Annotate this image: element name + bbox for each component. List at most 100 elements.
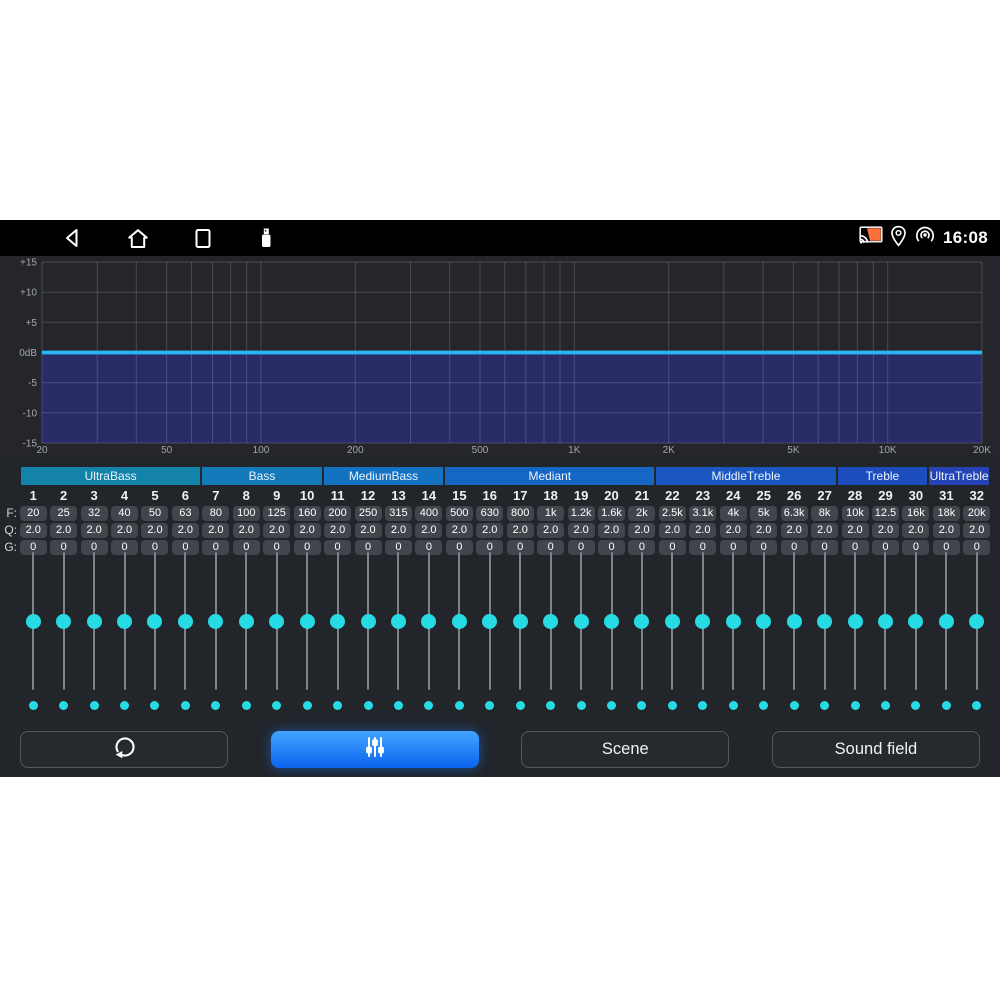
freq-chip[interactable]: 4k — [720, 506, 747, 521]
q-chip[interactable]: 2.0 — [568, 523, 595, 538]
slider-knob[interactable] — [178, 614, 193, 629]
q-chip[interactable]: 2.0 — [20, 523, 47, 538]
gain-slider[interactable] — [383, 552, 413, 690]
q-chip[interactable]: 2.0 — [324, 523, 351, 538]
freq-chip[interactable]: 63 — [172, 506, 199, 521]
band-group-ultrabass[interactable]: UltraBass — [21, 467, 200, 485]
q-chip[interactable]: 2.0 — [172, 523, 199, 538]
freq-chip[interactable]: 12.5 — [872, 506, 899, 521]
band-group-treble[interactable]: Treble — [838, 467, 928, 485]
slider-knob[interactable] — [330, 614, 345, 629]
slider-knob[interactable] — [269, 614, 284, 629]
gain-slider[interactable] — [475, 552, 505, 690]
slider-knob[interactable] — [939, 614, 954, 629]
q-chip[interactable]: 2.0 — [872, 523, 899, 538]
freq-chip[interactable]: 50 — [141, 506, 168, 521]
slider-knob[interactable] — [634, 614, 649, 629]
freq-chip[interactable]: 250 — [355, 506, 382, 521]
freq-chip[interactable]: 20k — [963, 506, 990, 521]
q-chip[interactable]: 2.0 — [659, 523, 686, 538]
q-chip[interactable]: 2.0 — [598, 523, 625, 538]
slider-knob[interactable] — [604, 614, 619, 629]
q-chip[interactable]: 2.0 — [750, 523, 777, 538]
gain-slider[interactable] — [809, 552, 839, 690]
gain-slider[interactable] — [109, 552, 139, 690]
q-chip[interactable]: 2.0 — [141, 523, 168, 538]
q-chip[interactable]: 2.0 — [202, 523, 229, 538]
q-chip[interactable]: 2.0 — [111, 523, 138, 538]
gain-slider[interactable] — [505, 552, 535, 690]
gain-slider[interactable] — [749, 552, 779, 690]
freq-chip[interactable]: 1.6k — [598, 506, 625, 521]
slider-knob[interactable] — [147, 614, 162, 629]
q-chip[interactable]: 2.0 — [446, 523, 473, 538]
back-icon[interactable] — [62, 227, 84, 249]
slider-knob[interactable] — [726, 614, 741, 629]
slider-knob[interactable] — [87, 614, 102, 629]
q-chip[interactable]: 2.0 — [628, 523, 655, 538]
q-chip[interactable]: 2.0 — [476, 523, 503, 538]
freq-chip[interactable]: 500 — [446, 506, 473, 521]
slider-knob[interactable] — [452, 614, 467, 629]
slider-knob[interactable] — [787, 614, 802, 629]
gain-slider[interactable] — [201, 552, 231, 690]
gain-slider[interactable] — [231, 552, 261, 690]
slider-knob[interactable] — [817, 614, 832, 629]
equalizer-tab-button[interactable] — [271, 731, 479, 768]
freq-chip[interactable]: 200 — [324, 506, 351, 521]
slider-knob[interactable] — [56, 614, 71, 629]
band-group-mediumbass[interactable]: MediumBass — [324, 467, 444, 485]
q-chip[interactable]: 2.0 — [233, 523, 260, 538]
slider-knob[interactable] — [421, 614, 436, 629]
gain-slider[interactable] — [627, 552, 657, 690]
gain-slider[interactable] — [414, 552, 444, 690]
q-chip[interactable]: 2.0 — [81, 523, 108, 538]
freq-chip[interactable]: 160 — [294, 506, 321, 521]
gain-slider[interactable] — [322, 552, 352, 690]
q-chip[interactable]: 2.0 — [50, 523, 77, 538]
freq-chip[interactable]: 40 — [111, 506, 138, 521]
slider-knob[interactable] — [969, 614, 984, 629]
freq-chip[interactable]: 1.2k — [568, 506, 595, 521]
gain-slider[interactable] — [170, 552, 200, 690]
gain-slider[interactable] — [901, 552, 931, 690]
gain-slider[interactable] — [962, 552, 992, 690]
reset-button[interactable] — [20, 731, 228, 768]
slider-knob[interactable] — [543, 614, 558, 629]
gain-slider[interactable] — [688, 552, 718, 690]
slider-knob[interactable] — [361, 614, 376, 629]
slider-knob[interactable] — [756, 614, 771, 629]
freq-chip[interactable]: 1k — [537, 506, 564, 521]
freq-chip[interactable]: 800 — [507, 506, 534, 521]
gain-slider[interactable] — [840, 552, 870, 690]
q-chip[interactable]: 2.0 — [537, 523, 564, 538]
band-group-ultratreble[interactable]: UltraTreble — [929, 467, 989, 485]
gain-slider[interactable] — [353, 552, 383, 690]
gain-slider[interactable] — [718, 552, 748, 690]
recents-icon[interactable] — [192, 227, 214, 250]
freq-chip[interactable]: 2.5k — [659, 506, 686, 521]
q-chip[interactable]: 2.0 — [507, 523, 534, 538]
freq-chip[interactable]: 32 — [81, 506, 108, 521]
freq-chip[interactable]: 3.1k — [689, 506, 716, 521]
q-chip[interactable]: 2.0 — [689, 523, 716, 538]
home-icon[interactable] — [126, 227, 150, 250]
gain-slider[interactable] — [566, 552, 596, 690]
q-chip[interactable]: 2.0 — [811, 523, 838, 538]
freq-chip[interactable]: 400 — [415, 506, 442, 521]
slider-knob[interactable] — [482, 614, 497, 629]
freq-chip[interactable]: 315 — [385, 506, 412, 521]
freq-chip[interactable]: 16k — [902, 506, 929, 521]
q-chip[interactable]: 2.0 — [385, 523, 412, 538]
q-chip[interactable]: 2.0 — [933, 523, 960, 538]
slider-knob[interactable] — [574, 614, 589, 629]
freq-chip[interactable]: 2k — [628, 506, 655, 521]
slider-knob[interactable] — [26, 614, 41, 629]
slider-knob[interactable] — [695, 614, 710, 629]
freq-chip[interactable]: 18k — [933, 506, 960, 521]
gain-slider[interactable] — [444, 552, 474, 690]
freq-chip[interactable]: 100 — [233, 506, 260, 521]
slider-knob[interactable] — [391, 614, 406, 629]
gain-slider[interactable] — [48, 552, 78, 690]
scene-button[interactable]: Scene — [521, 731, 729, 768]
